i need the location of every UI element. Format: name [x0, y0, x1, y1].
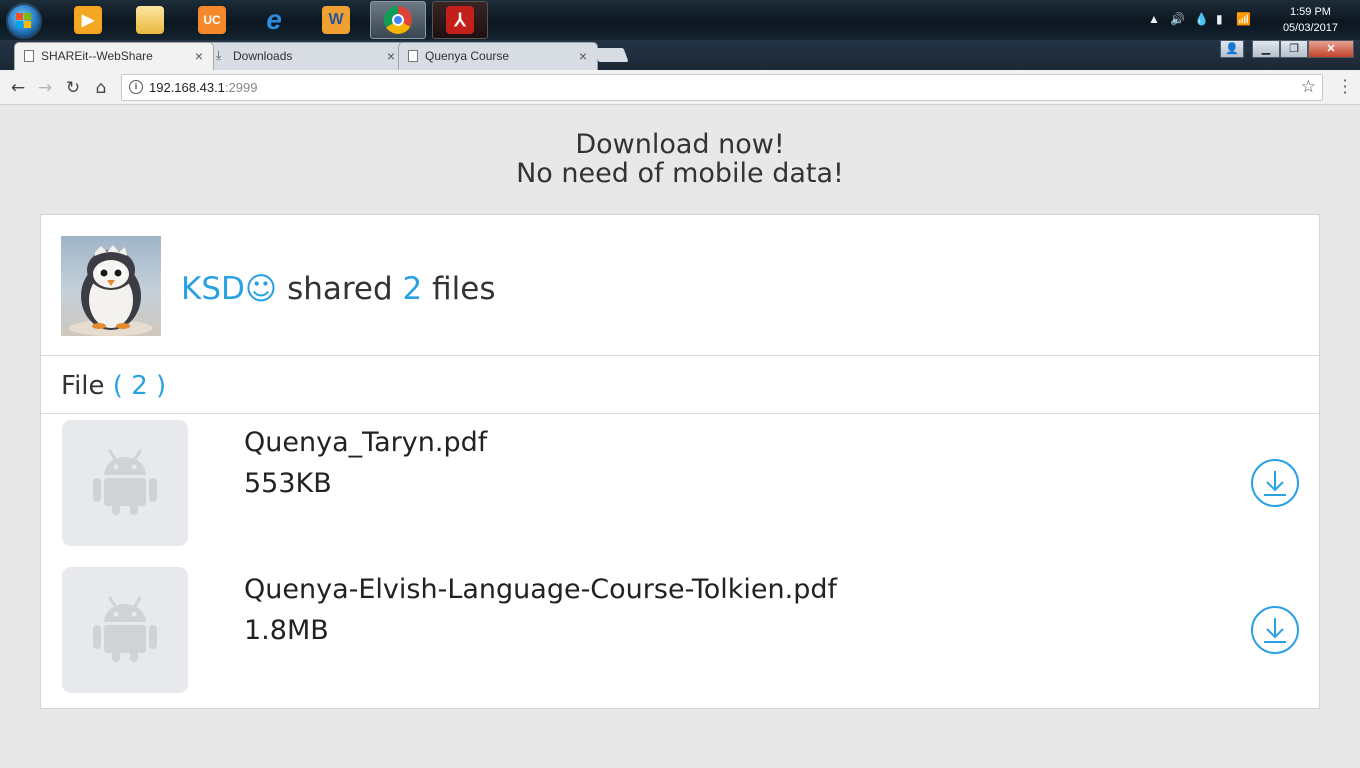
site-info-icon[interactable]: i [129, 80, 143, 94]
sharer-row: KSD☺ shared 2 files [41, 215, 1319, 356]
file-section-header: File ( 2 ) [61, 371, 166, 401]
page-headline: Download now! No need of mobile data! [0, 130, 1360, 188]
file-name: Quenya-Elvish-Language-Course-Tolkien.pd… [244, 574, 837, 605]
android-icon [93, 449, 157, 515]
url-port: :2999 [224, 80, 258, 95]
share-card: KSD☺ shared 2 files File ( 2 ) Quenya_Ta… [40, 214, 1320, 709]
tab-title: SHAREit--WebShare [41, 49, 153, 63]
tab-title: Quenya Course [425, 49, 510, 63]
file-section-label: File [61, 371, 105, 401]
minimize-button[interactable]: ▁ [1252, 40, 1280, 58]
tab-downloads[interactable]: ⤓ Downloads × [206, 42, 406, 70]
clock-time: 1:59 PM [1289, 6, 1331, 18]
internet-explorer-icon: e [266, 4, 282, 35]
file-size: 553KB [244, 468, 332, 499]
download-button[interactable] [1251, 606, 1299, 654]
headline-line-1: Download now! [575, 129, 785, 160]
water-drop-icon[interactable]: 💧 [1194, 12, 1209, 26]
shared-summary: KSD☺ shared 2 files [181, 271, 496, 307]
browser-menu-icon[interactable]: · · · [1342, 73, 1348, 101]
shared-count: 2 [402, 271, 423, 307]
tab-shareit-webshare[interactable]: SHAREit--WebShare × [14, 42, 214, 70]
sharer-name: KSD☺ [181, 271, 278, 307]
browser-toolbar: ← → ↻ ⌂ i 192.168.43.1:2999 ☆ · · · [0, 70, 1360, 105]
windows-taskbar: ▶ UC e W ⅄ ▲ 🔊 💧 ▮ 📶 1:59 PM 05/03/2017 [0, 0, 1360, 40]
address-bar[interactable]: i 192.168.43.1:2999 ☆ [121, 74, 1323, 101]
shared-verb: shared [287, 271, 393, 307]
address-url: 192.168.43.1:2999 [149, 80, 257, 95]
download-icon: ⤓ [216, 48, 222, 62]
tab-title: Downloads [233, 49, 293, 63]
download-button[interactable] [1251, 459, 1299, 507]
file-name: Quenya_Taryn.pdf [244, 427, 488, 458]
tab-close-icon[interactable]: × [195, 43, 203, 69]
taskbar-chrome[interactable] [370, 1, 426, 39]
tab-close-icon[interactable]: × [387, 43, 395, 69]
uc-browser-icon: UC [198, 6, 226, 34]
network-signal-icon[interactable]: 📶 [1236, 12, 1251, 26]
file-list-item: Quenya_Taryn.pdf 553KB [41, 415, 1319, 546]
taskbar-acrobat[interactable]: ⅄ [432, 1, 488, 39]
file-thumbnail [62, 420, 188, 546]
chrome-icon [384, 6, 412, 34]
profile-icon[interactable]: 👤 [1220, 40, 1244, 58]
taskbar-internet-explorer[interactable]: e [246, 1, 302, 39]
taskbar-clock[interactable]: 1:59 PM 05/03/2017 [1283, 4, 1338, 36]
bookmark-star-icon[interactable]: ☆ [1301, 77, 1316, 97]
download-arrow-icon [1264, 618, 1286, 643]
page-icon [408, 50, 418, 62]
close-window-button[interactable]: ✕ [1308, 40, 1354, 58]
system-tray: ▲ 🔊 💧 ▮ 📶 1:59 PM 05/03/2017 [1130, 0, 1360, 40]
volume-icon[interactable]: 🔊 [1170, 12, 1185, 26]
browser-tab-strip: SHAREit--WebShare × ⤓ Downloads × Quenya… [0, 40, 1360, 70]
folder-icon [136, 6, 164, 34]
headline-line-2: No need of mobile data! [516, 158, 844, 189]
home-icon[interactable]: ⌂ [89, 76, 113, 100]
file-section-count: ( 2 ) [112, 371, 167, 401]
reload-icon[interactable]: ↻ [61, 76, 85, 100]
back-arrow-icon[interactable]: ← [6, 76, 30, 100]
tab-quenya-course[interactable]: Quenya Course × [398, 42, 598, 70]
tab-close-icon[interactable]: × [579, 43, 587, 69]
acrobat-icon: ⅄ [446, 6, 474, 34]
file-size: 1.8MB [244, 615, 329, 646]
windows-logo-icon [16, 13, 32, 29]
taskbar-uc-browser[interactable]: UC [184, 1, 240, 39]
taskbar-media-player[interactable]: ▶ [60, 1, 116, 39]
penguin-avatar-icon [69, 245, 153, 336]
divider [41, 413, 1319, 414]
shared-noun: files [432, 271, 496, 307]
page-icon [24, 50, 34, 62]
forward-arrow-icon[interactable]: → [33, 76, 57, 100]
media-player-icon: ▶ [74, 6, 102, 34]
url-host: 192.168.43.1 [149, 80, 225, 95]
avatar [61, 236, 161, 336]
new-tab-button[interactable] [593, 48, 629, 62]
download-arrow-icon [1264, 471, 1286, 496]
restore-button[interactable]: ❐ [1280, 40, 1308, 58]
file-thumbnail [62, 567, 188, 693]
start-button[interactable] [6, 3, 42, 39]
battery-icon[interactable]: ▮ [1216, 12, 1223, 26]
taskbar-word[interactable]: W [308, 1, 364, 39]
taskbar-file-explorer[interactable] [122, 1, 178, 39]
show-hidden-icons-icon[interactable]: ▲ [1148, 12, 1160, 26]
android-icon [93, 596, 157, 662]
clock-date: 05/03/2017 [1282, 22, 1338, 34]
word-icon: W [322, 6, 350, 34]
window-controls: 👤 ▁ ❐ ✕ [1220, 40, 1354, 58]
file-list-item: Quenya-Elvish-Language-Course-Tolkien.pd… [41, 562, 1319, 693]
